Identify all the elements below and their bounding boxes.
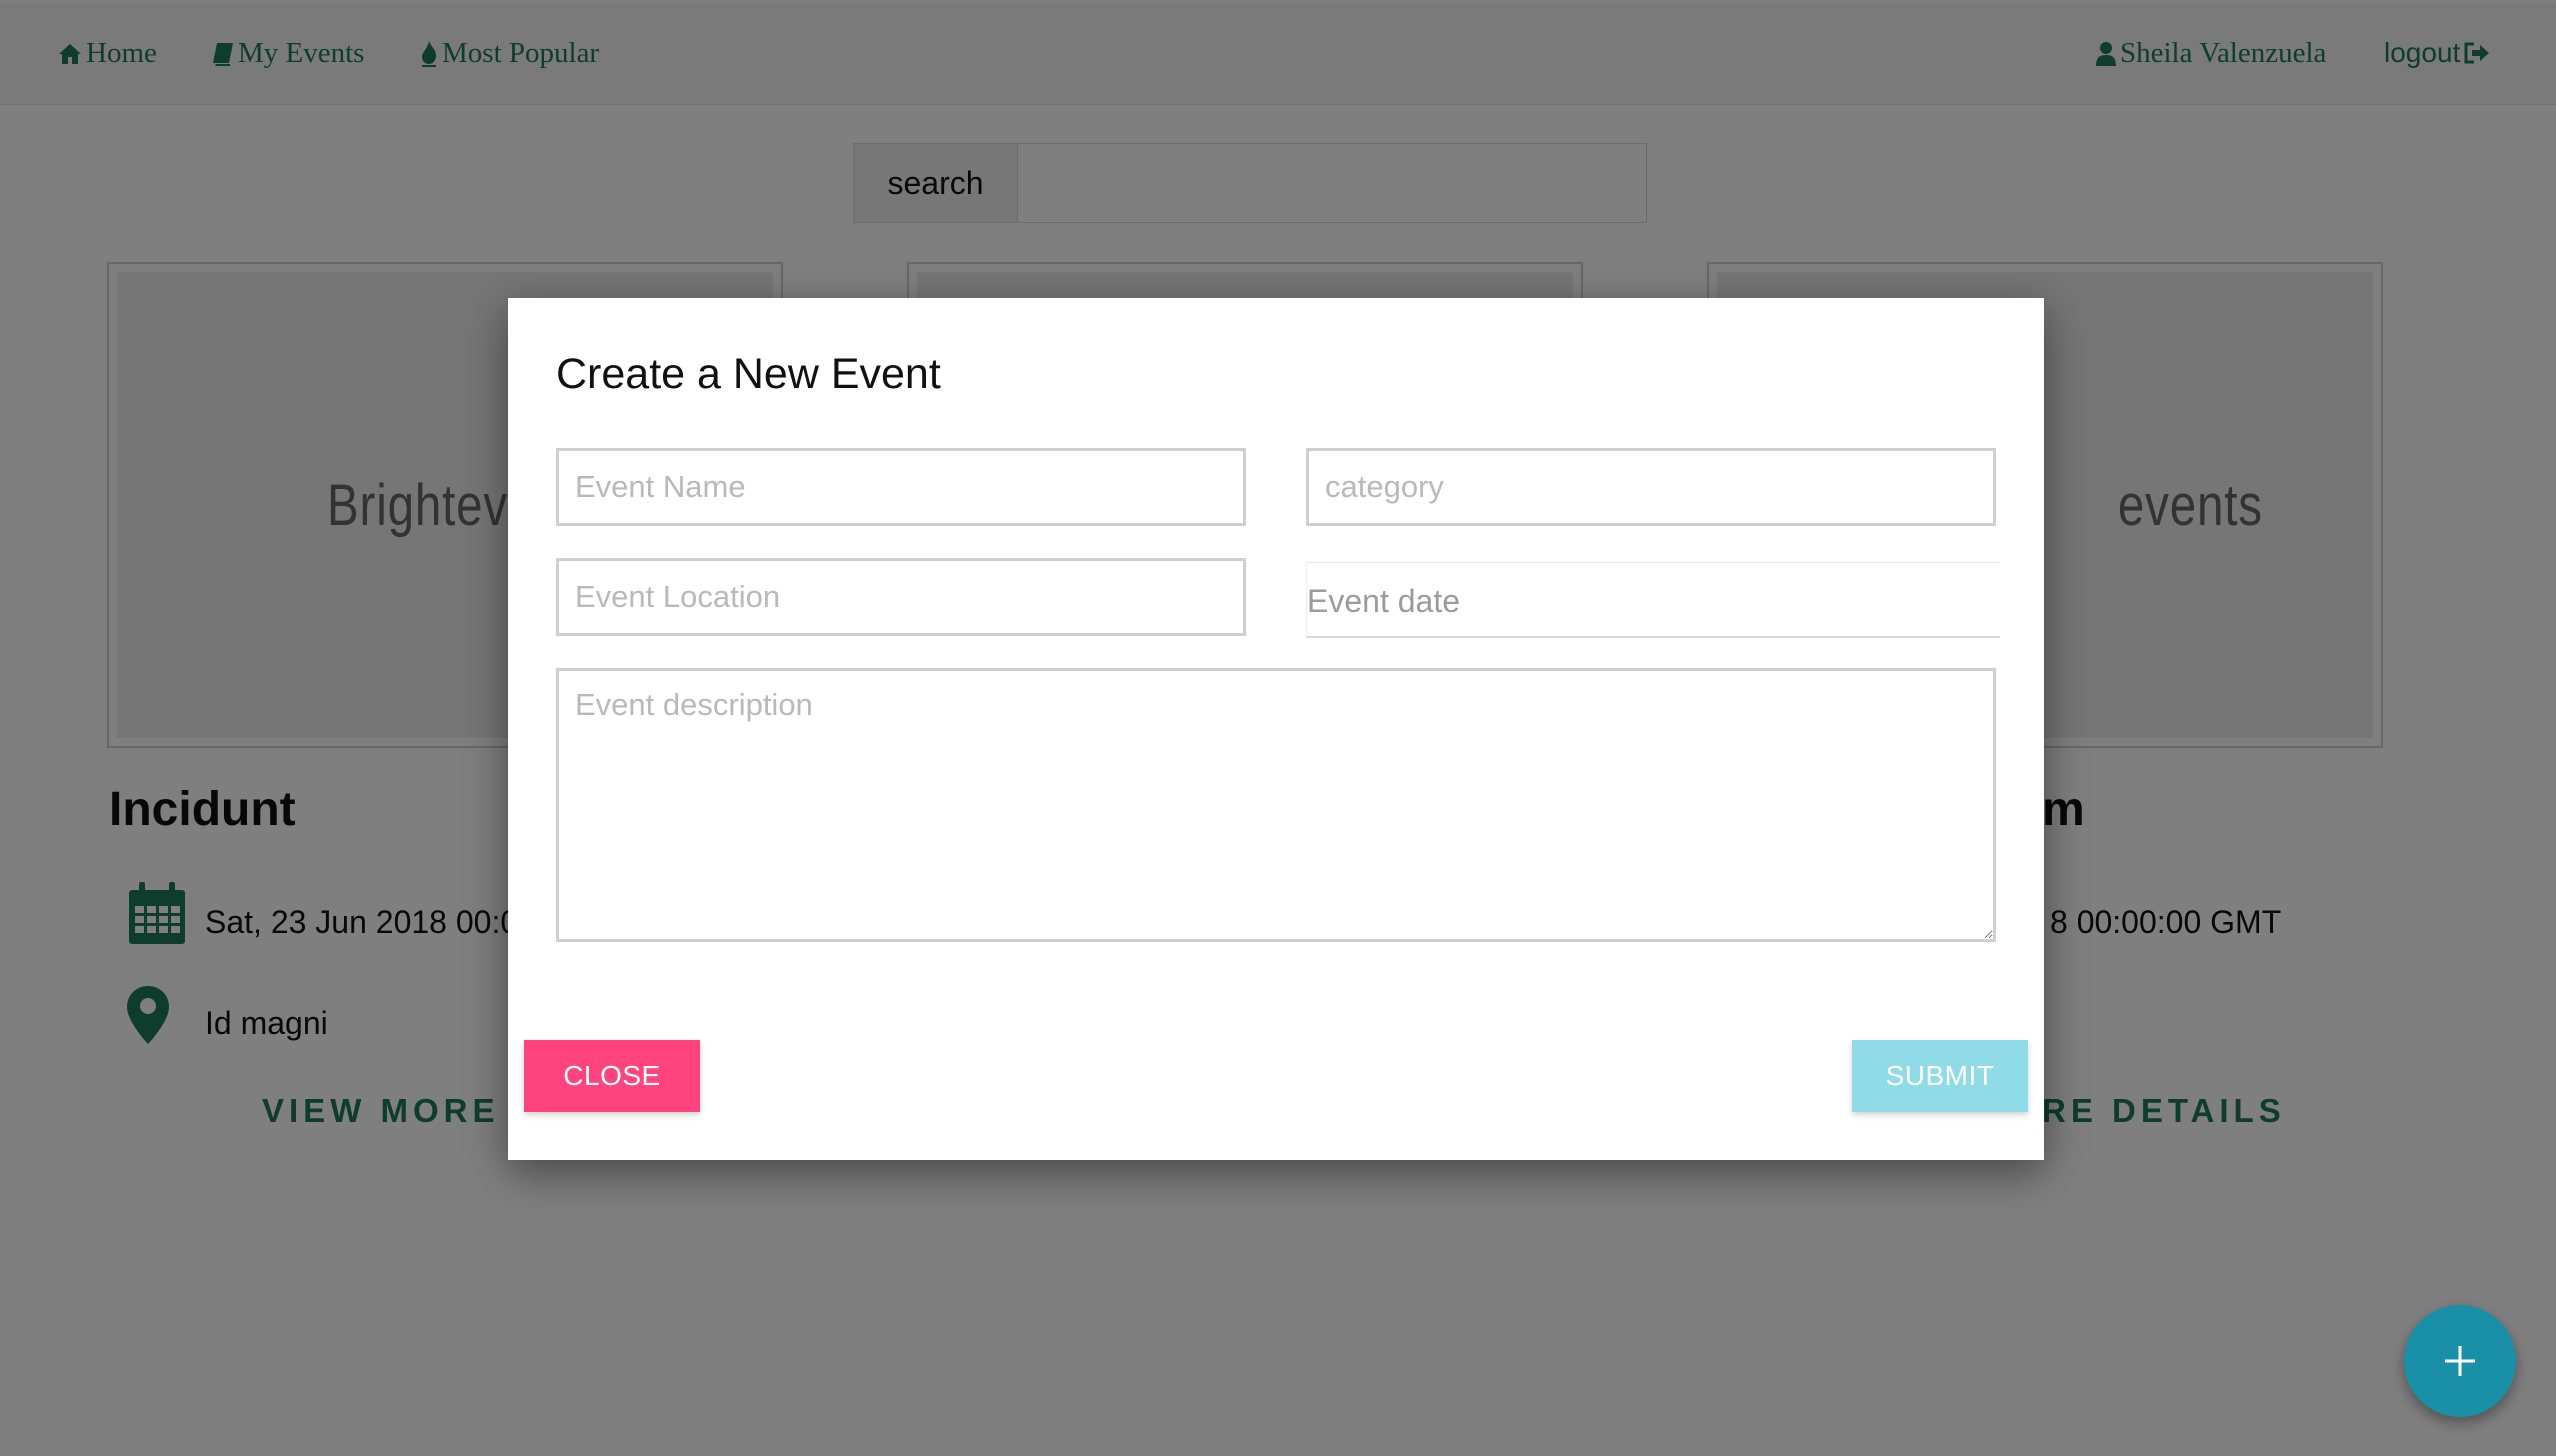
create-event-modal: Create a New Event Event date CLOSE SUBM… (508, 298, 2044, 1160)
close-button[interactable]: CLOSE (524, 1040, 700, 1112)
submit-button[interactable]: SUBMIT (1852, 1040, 2028, 1112)
event-location-input[interactable] (556, 558, 1246, 636)
add-event-fab[interactable] (2404, 1305, 2516, 1417)
event-name-input[interactable] (556, 448, 1246, 526)
plus-icon (2445, 1346, 2475, 1376)
event-date-label: Event date (1307, 583, 1460, 619)
event-date-picker[interactable]: Event date (1306, 562, 2000, 638)
category-input[interactable] (1306, 448, 1996, 526)
modal-title: Create a New Event (556, 350, 941, 398)
event-description-textarea[interactable] (556, 668, 1996, 942)
